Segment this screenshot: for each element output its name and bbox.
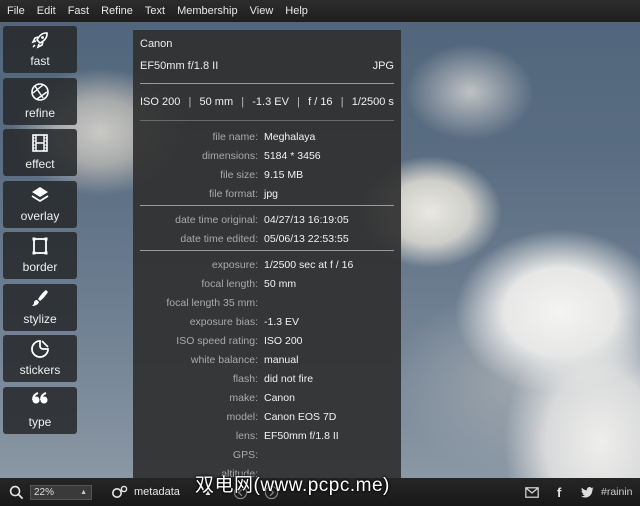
brush-icon <box>29 287 51 309</box>
tool-type[interactable]: type <box>3 386 77 434</box>
menu-file[interactable]: File <box>0 0 31 22</box>
search-icon[interactable] <box>9 478 24 506</box>
tool-label: overlay <box>20 208 60 223</box>
meta-row: focal length 35 mm: <box>166 296 258 309</box>
separator: | <box>340 96 344 108</box>
menu-view[interactable]: View <box>244 0 280 22</box>
spec-fstop: f / 16 <box>308 96 333 108</box>
meta-row: file name: Meghalaya <box>212 130 316 143</box>
aperture-icon <box>29 81 51 103</box>
frame-icon <box>29 235 51 257</box>
meta-row: make: Canon <box>229 391 295 404</box>
lens-name: EF50mm f/1.8 II <box>140 60 219 72</box>
meta-row: focal length: 50 mm <box>201 277 297 290</box>
menu-membership[interactable]: Membership <box>171 0 244 22</box>
watermark-text: 双电网(www.pcpc.me) <box>195 475 390 496</box>
tool-overlay[interactable]: overlay <box>3 180 77 228</box>
meta-row: file format: jpg <box>208 187 279 200</box>
tool-stylize[interactable]: stylize <box>3 283 77 331</box>
tool-label: stickers <box>19 363 61 377</box>
tool-label: stylize <box>23 311 57 326</box>
separator: | <box>188 96 192 108</box>
zoom-select[interactable]: 22% ▲ <box>30 485 92 500</box>
layers-icon <box>29 184 51 206</box>
quote-icon <box>29 390 51 412</box>
file-info-group: file name: Meghalaya dimensions: 5184 * 34… <box>133 121 401 205</box>
meta-row: date time original: 04/27/13 16:19:05 <box>175 213 349 226</box>
tool-sidebar: fast refine effect overlay border styliz… <box>3 26 77 438</box>
spec-focal: 50 mm <box>199 96 234 108</box>
meta-row: flash: did not fire <box>232 372 314 385</box>
exif-group: exposure: 1/2500 sec at f / 16 focal leng… <box>133 251 401 479</box>
meta-row: lens: EF50mm f/1.8 II <box>235 429 339 442</box>
meta-row: GPS: <box>232 448 258 461</box>
email-icon[interactable] <box>525 478 539 506</box>
menu-fast[interactable]: Fast <box>62 0 95 22</box>
date-group: date time original: 04/27/13 16:19:05 dat… <box>133 206 401 250</box>
tool-stickers[interactable]: stickers <box>3 335 77 382</box>
share-hashtag[interactable]: #rainin <box>601 478 633 506</box>
twitter-icon[interactable] <box>581 478 594 506</box>
tool-refine[interactable]: refine <box>3 77 77 125</box>
meta-row: date time edited: 05/06/13 22:53:55 <box>180 232 349 245</box>
tool-border[interactable]: border <box>3 232 77 279</box>
meta-row: dimensions: 5184 * 3456 <box>201 149 321 162</box>
separator: | <box>241 96 245 108</box>
metadata-panel: Canon EF50mm f/1.8 II JPG ISO 200 | 50 m… <box>133 30 401 478</box>
camera-make: Canon <box>140 38 173 50</box>
meta-row: exposure: 1/2500 sec at f / 16 <box>211 258 354 271</box>
metadata-button[interactable]: metadata <box>134 478 180 506</box>
meta-row: model: Canon EOS 7D <box>226 410 337 423</box>
zoom-value: 22% <box>34 487 55 498</box>
sticker-icon <box>29 338 51 360</box>
menu-edit[interactable]: Edit <box>31 0 62 22</box>
meta-row: white balance: manual <box>190 353 299 366</box>
menu-help[interactable]: Help <box>279 0 314 22</box>
menu-text[interactable]: Text <box>139 0 171 22</box>
tool-label: fast <box>30 54 50 68</box>
format-badge: JPG <box>372 60 394 72</box>
facebook-icon[interactable]: f <box>557 478 561 506</box>
meta-row: file size: 9.15 MB <box>220 168 304 181</box>
tool-label: effect <box>25 157 55 171</box>
spec-iso: ISO 200 <box>140 96 181 108</box>
tool-fast[interactable]: fast <box>3 26 77 73</box>
metadata-icon[interactable] <box>111 478 128 506</box>
spec-ev: -1.3 EV <box>252 96 289 108</box>
tool-label: border <box>22 260 58 274</box>
spec-shutter: 1/2500 s <box>351 96 394 108</box>
meta-row: ISO speed rating: ISO 200 <box>176 334 303 347</box>
separator: | <box>297 96 300 108</box>
rocket-icon <box>29 29 51 51</box>
menu-refine[interactable]: Refine <box>95 0 139 22</box>
tool-label: type <box>28 414 52 429</box>
tool-effect[interactable]: effect <box>3 129 77 176</box>
exposure-summary: ISO 200 | 50 mm | -1.3 EV | f / 16 | 1/2… <box>133 84 401 120</box>
tool-label: refine <box>24 105 56 120</box>
menu-bar: File Edit Fast Refine Text Membership Vi… <box>0 0 640 22</box>
film-icon <box>29 132 51 154</box>
meta-row: exposure bias: -1.3 EV <box>189 315 300 328</box>
chevron-up-icon: ▲ <box>80 489 87 496</box>
